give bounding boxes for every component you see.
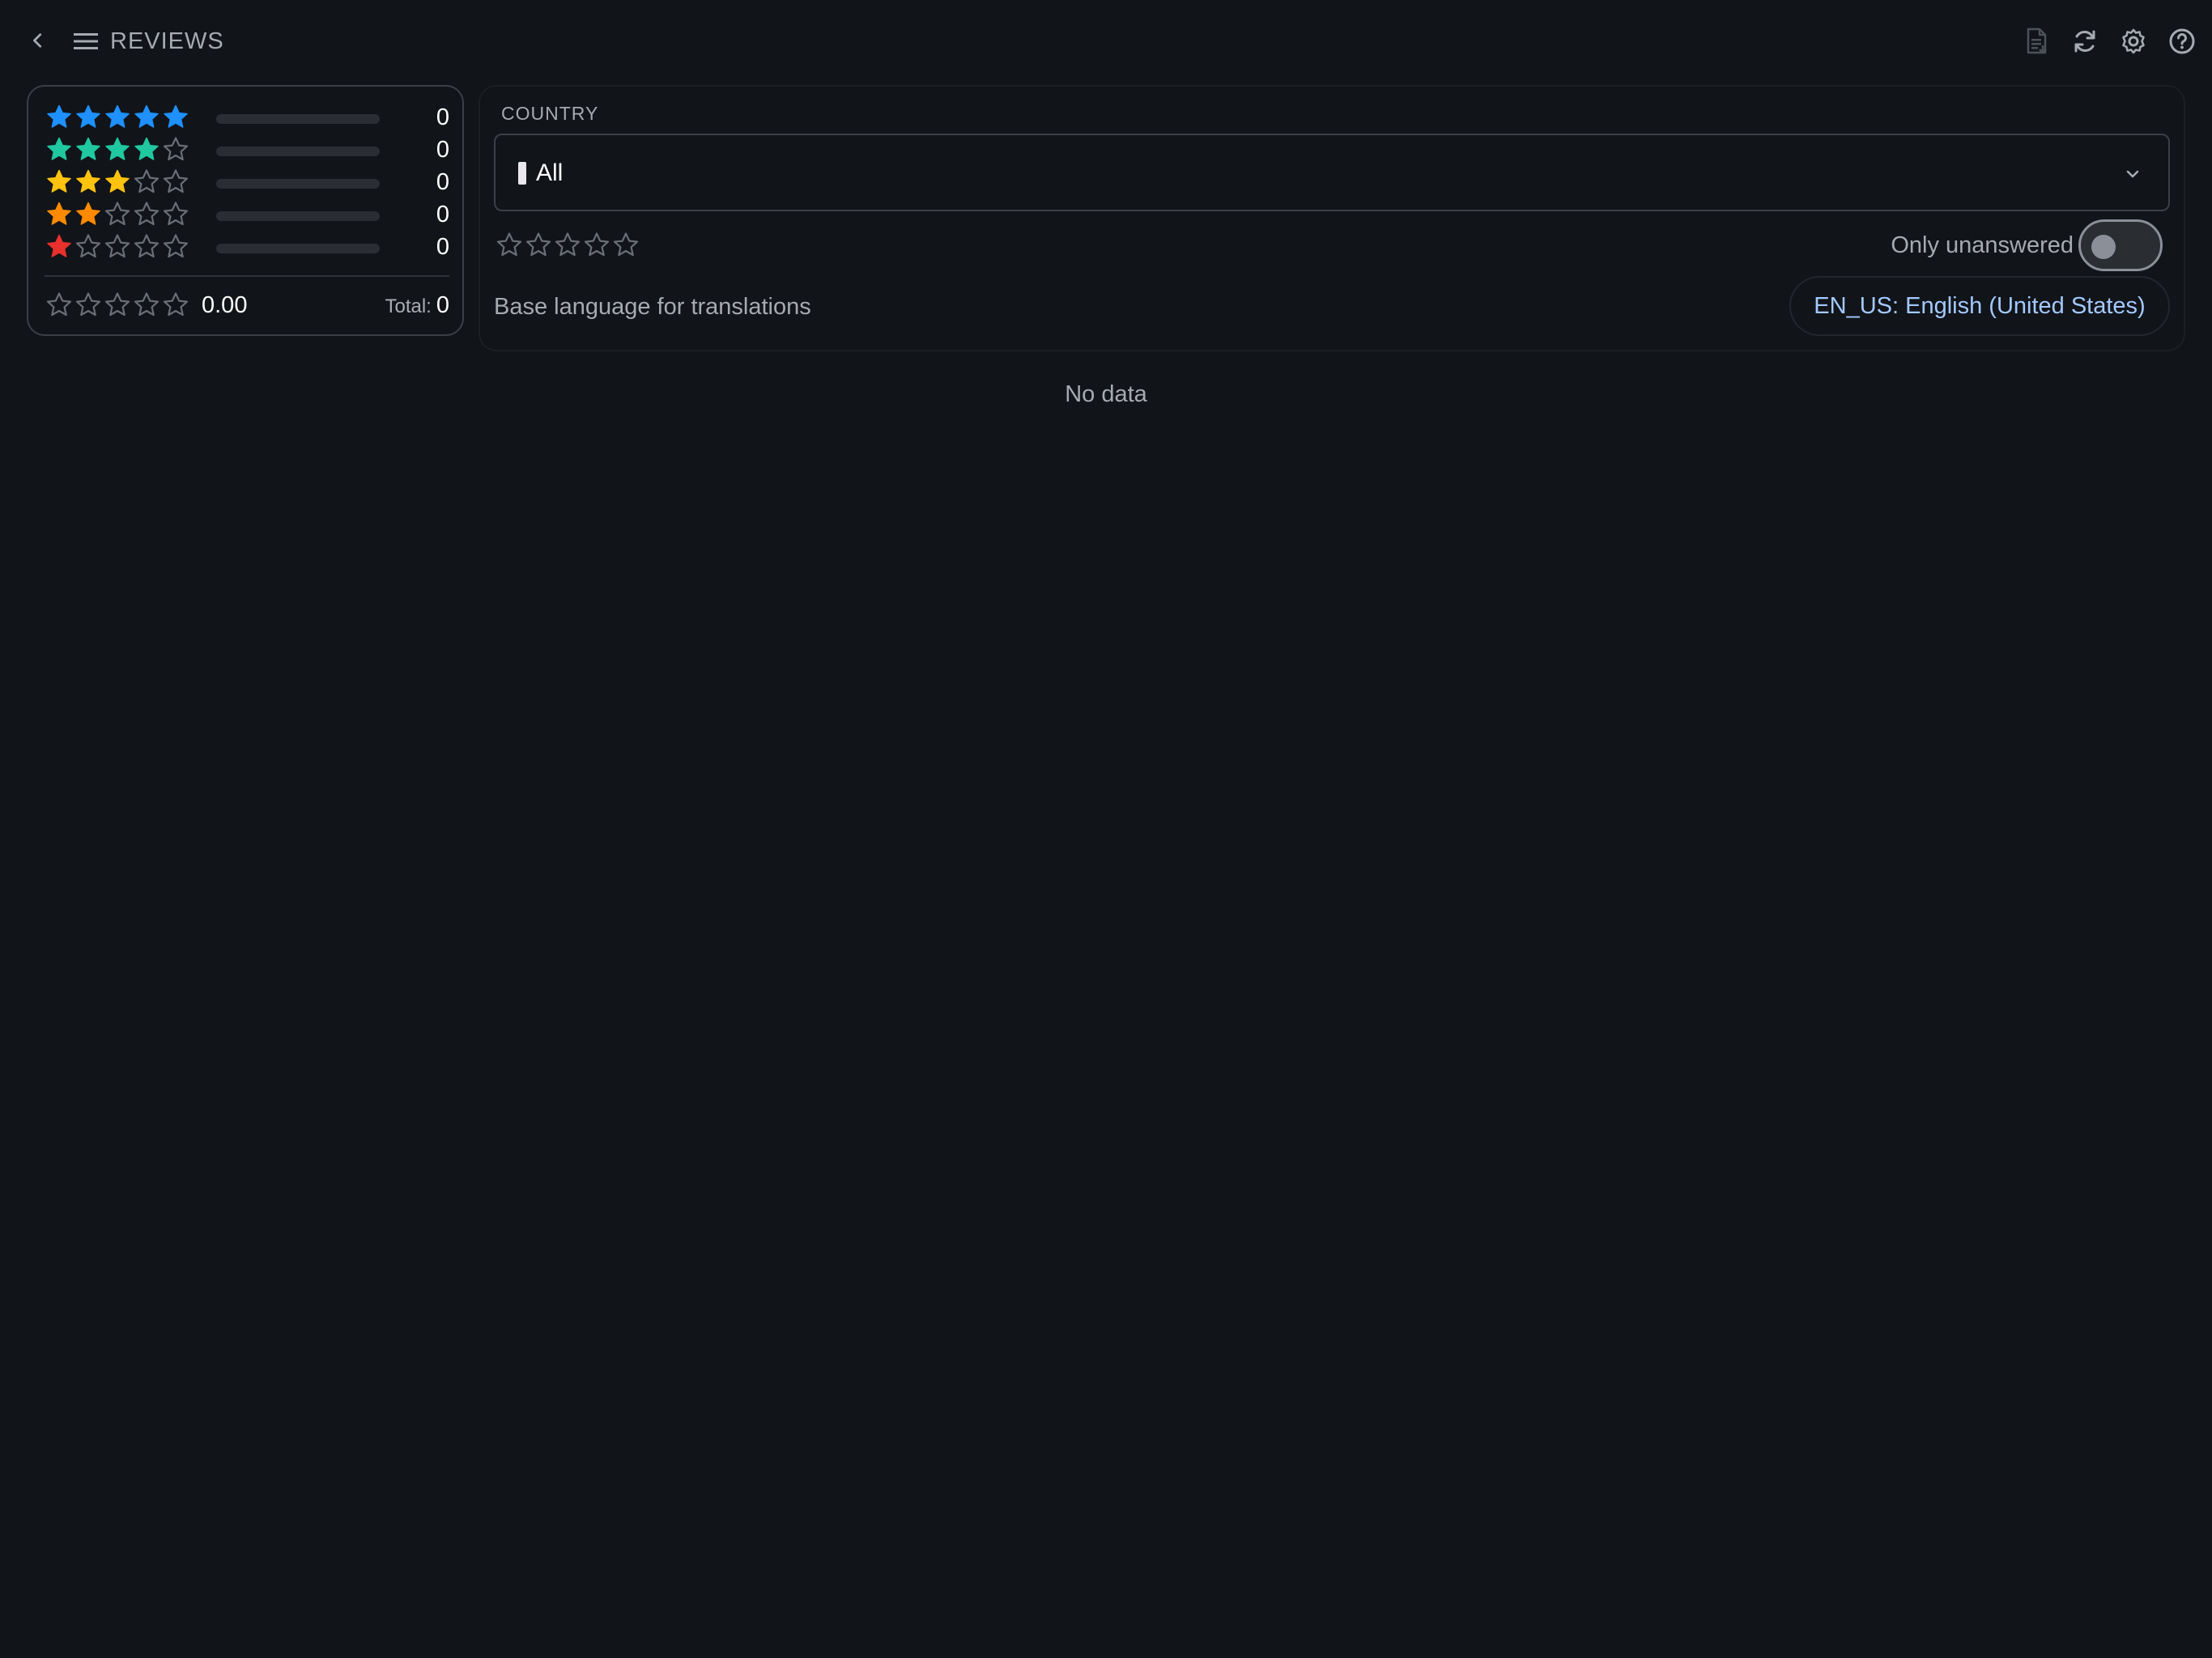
star-filled-icon	[47, 137, 71, 160]
star-rating-filter[interactable]	[495, 231, 640, 260]
rating-row-5-star: 0	[45, 103, 449, 132]
star-outline-icon[interactable]	[611, 231, 640, 260]
star-outline-icon	[134, 202, 160, 226]
refresh-icon	[2074, 30, 2095, 53]
header-actions	[2018, 23, 2212, 60]
rating-row-stars	[45, 232, 190, 261]
only-unanswered-toggle[interactable]	[2078, 219, 2163, 271]
rating-row-count: 0	[436, 202, 449, 227]
rating-summary-card: 00000 0.00 Total: 0	[27, 85, 464, 336]
star-outline-icon	[104, 234, 130, 258]
star-outline-icon	[104, 292, 130, 317]
rating-row-2-star: 0	[45, 200, 449, 229]
star-filled-icon	[76, 169, 100, 193]
rating-bar	[216, 147, 380, 156]
rating-bar	[216, 211, 380, 221]
star-outline-icon	[75, 234, 101, 258]
average-rating-row: 0.00 Total: 0	[45, 291, 449, 320]
rating-bar	[216, 179, 380, 189]
star-outline-icon	[134, 292, 160, 317]
page-title: REVIEWS	[110, 28, 224, 54]
star-filled-icon	[47, 104, 71, 128]
total-label: Total:	[385, 295, 432, 317]
star-filled-icon	[76, 104, 100, 128]
star-filled-icon	[47, 169, 71, 193]
star-outline-icon[interactable]	[553, 231, 582, 260]
star-outline-icon	[104, 202, 130, 226]
rating-row-count: 0	[436, 137, 449, 163]
average-rating-stars	[45, 291, 190, 320]
rating-bar	[216, 114, 380, 124]
total-reviews: Total: 0	[385, 291, 449, 324]
country-select-value: All	[536, 159, 564, 186]
export-report-icon	[2027, 28, 2047, 54]
base-language-label: Base language for translations	[494, 294, 811, 320]
filter-panel: COUNTRY All Only unanswered Base languag…	[479, 85, 2185, 351]
star-filled-icon	[105, 104, 130, 128]
star-filled-icon	[76, 202, 100, 225]
settings-button[interactable]	[2115, 23, 2152, 60]
settings-gear-icon	[2122, 28, 2145, 54]
rating-row-count: 0	[436, 234, 449, 260]
rating-row-3-star: 0	[45, 168, 449, 197]
star-outline-icon[interactable]	[524, 231, 553, 260]
country-label: COUNTRY	[501, 103, 599, 124]
empty-state-text: No data	[1065, 381, 1147, 407]
star-filled-icon	[164, 104, 188, 128]
rating-bar	[216, 244, 380, 253]
star-filled-icon	[47, 234, 71, 257]
star-filled-icon	[134, 104, 159, 128]
divider	[45, 275, 449, 277]
average-rating-value: 0.00	[202, 292, 248, 318]
base-language-button[interactable]: EN_US: English (United States)	[1789, 276, 2170, 336]
star-outline-icon	[163, 169, 189, 193]
back-button[interactable]	[24, 27, 52, 54]
rating-row-count: 0	[436, 169, 449, 195]
star-filled-icon	[105, 137, 130, 160]
refresh-button[interactable]	[2066, 23, 2104, 60]
rating-row-stars	[45, 200, 190, 229]
hamburger-menu-icon	[74, 33, 98, 49]
star-filled-icon	[105, 169, 130, 193]
rating-row-4-star: 0	[45, 135, 449, 164]
only-unanswered-label: Only unanswered	[1891, 232, 2074, 258]
chevron-left-icon	[33, 33, 42, 48]
rating-row-1-star: 0	[45, 232, 449, 261]
rating-row-count: 0	[436, 104, 449, 130]
star-outline-icon	[134, 234, 160, 258]
chevron-down-icon	[2120, 161, 2146, 187]
star-outline-icon	[46, 292, 72, 317]
rating-row-stars	[45, 135, 190, 164]
top-bar: REVIEWS	[0, 0, 2212, 83]
star-outline-icon[interactable]	[582, 231, 611, 260]
star-outline-icon	[163, 137, 189, 161]
star-outline-icon[interactable]	[495, 231, 524, 260]
rating-row-stars	[45, 103, 190, 132]
total-value: 0	[436, 292, 449, 318]
export-report-button[interactable]	[2018, 23, 2055, 60]
toggle-knob	[2091, 235, 2116, 259]
star-filled-icon	[76, 137, 100, 160]
star-filled-icon	[47, 202, 71, 225]
star-filled-icon	[134, 137, 159, 160]
flag-icon	[518, 162, 526, 185]
help-button[interactable]	[2163, 23, 2201, 60]
star-outline-icon	[163, 202, 189, 226]
star-outline-icon	[163, 234, 189, 258]
star-outline-icon	[75, 292, 101, 317]
menu-button[interactable]	[71, 27, 100, 56]
star-outline-icon	[134, 169, 160, 193]
star-outline-icon	[163, 292, 189, 317]
help-circle-icon	[2169, 28, 2195, 54]
country-select[interactable]: All	[494, 134, 2170, 211]
rating-row-stars	[45, 168, 190, 197]
